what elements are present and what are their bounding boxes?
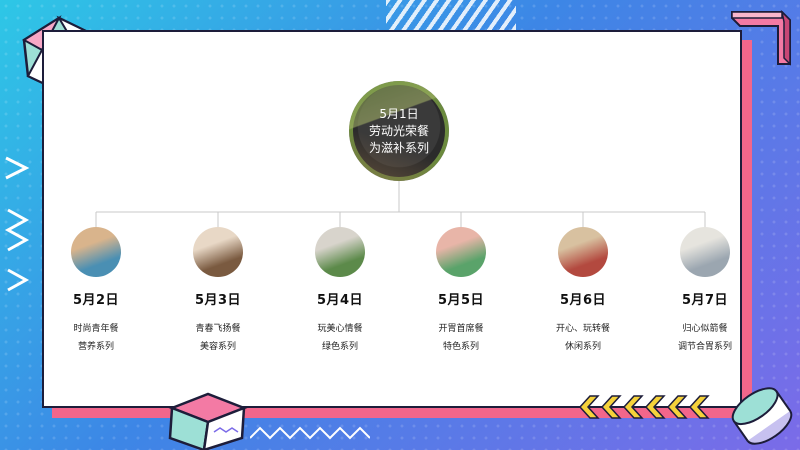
cylinder-decoration xyxy=(731,387,793,445)
node-description: 青春飞扬餐 美容系列 xyxy=(163,320,273,356)
chevron-arrows-decoration xyxy=(578,395,710,419)
node-desc-line2: 调节合胃系列 xyxy=(677,342,732,352)
node-desc-line2: 绿色系列 xyxy=(321,342,358,352)
hub-date: 5月1日 xyxy=(379,106,419,121)
timeline-node-6: 5月7日 归心似箭餐 调节合胃系列 xyxy=(650,227,760,356)
cube-decoration xyxy=(168,392,248,450)
node-date: 5月7日 xyxy=(681,293,729,308)
timeline-node-2: 5月3日 青春飞扬餐 美容系列 xyxy=(163,227,273,356)
sand-sign-photo xyxy=(558,227,608,277)
timeline-node-4: 5月5日 开胃首席餐 特色系列 xyxy=(406,227,516,356)
node-desc-line1: 开胃首席餐 xyxy=(438,324,484,334)
center-hub-circle: 5月1日 劳动光荣餐 为滋补系列 xyxy=(349,81,449,181)
node-desc-line1: 玩美心情餐 xyxy=(317,324,363,334)
timeline-node-1: 5月2日 时尚青年餐 营养系列 xyxy=(41,227,151,356)
wave-decoration-bottom xyxy=(250,426,370,440)
stripe-decoration xyxy=(386,0,516,30)
node-desc-line1: 归心似箭餐 xyxy=(682,324,728,334)
node-description: 玩美心情餐 绿色系列 xyxy=(285,320,395,356)
timeline-node-5: 5月6日 开心、玩转餐 休闲系列 xyxy=(528,227,638,356)
node-description: 时尚青年餐 营养系列 xyxy=(41,320,151,356)
node-description: 开胃首席餐 特色系列 xyxy=(406,320,516,356)
node-desc-line1: 时尚青年餐 xyxy=(73,324,119,334)
node-desc-line1: 开心、玩转餐 xyxy=(555,324,610,334)
hub-title-line1: 劳动光荣餐 xyxy=(368,123,429,138)
slide-canvas: 5月1日 劳动光荣餐 为滋补系列 5月2日 时尚青年餐 营养系列 5月3日 青春… xyxy=(0,0,800,450)
node-date: 5月2日 xyxy=(72,293,120,308)
hub-title-line2: 为滋补系列 xyxy=(368,140,429,155)
node-description: 开心、玩转餐 休闲系列 xyxy=(528,320,638,356)
timeline-node-3: 5月4日 玩美心情餐 绿色系列 xyxy=(285,227,395,356)
node-description: 归心似箭餐 调节合胃系列 xyxy=(650,320,760,356)
node-date: 5月5日 xyxy=(437,293,485,308)
node-date: 5月4日 xyxy=(316,293,364,308)
coffee-cup-photo xyxy=(193,227,243,277)
node-desc-line2: 营养系列 xyxy=(77,342,114,352)
node-desc-line2: 特色系列 xyxy=(442,342,479,352)
node-desc-line2: 美容系列 xyxy=(199,342,236,352)
node-desc-line1: 青春飞扬餐 xyxy=(195,324,241,334)
green-building-photo xyxy=(315,227,365,277)
node-desc-line2: 休闲系列 xyxy=(564,342,601,352)
sea-lake-photo xyxy=(71,227,121,277)
white-building-photo xyxy=(680,227,730,277)
zigzag-decoration-left xyxy=(4,156,30,292)
node-date: 5月3日 xyxy=(194,293,242,308)
palm-plant-photo xyxy=(436,227,486,277)
node-date: 5月6日 xyxy=(559,293,607,308)
